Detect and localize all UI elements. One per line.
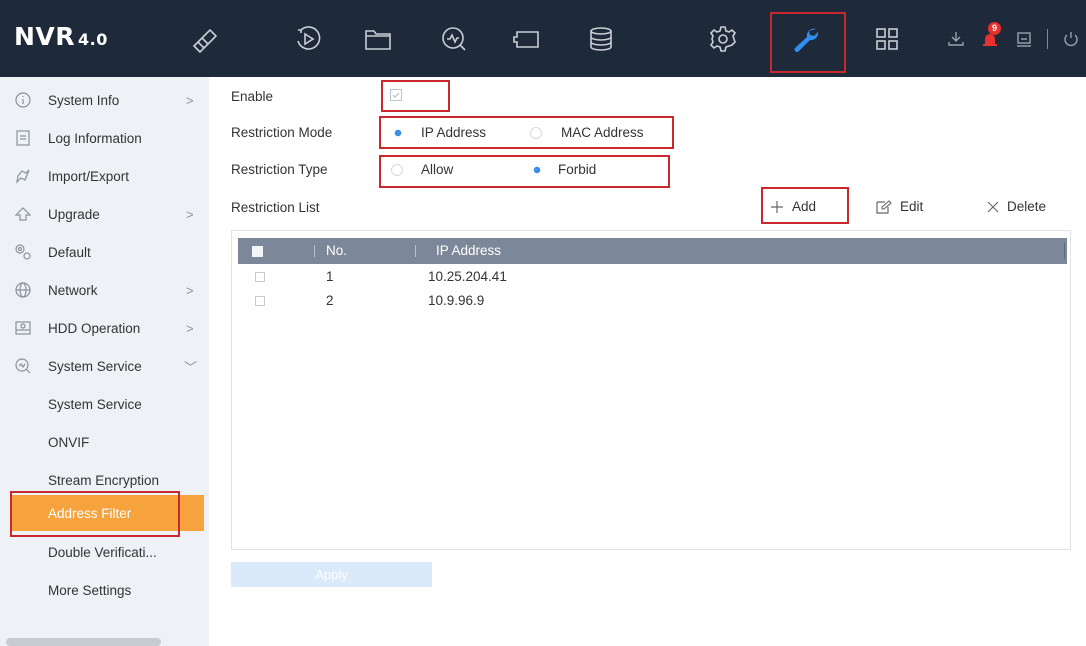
column-divider <box>314 245 315 257</box>
sidebar-item-system-service[interactable]: System Service ﹀ <box>0 347 209 385</box>
highlight-box-address-filter <box>10 491 180 537</box>
sidebar-item-label: System Service <box>48 358 142 374</box>
select-all-checkbox[interactable] <box>252 246 263 257</box>
sidebar-subitem-label: System Service <box>48 396 142 412</box>
table-row[interactable]: 2 10.9.96.9 <box>238 290 1067 312</box>
sidebar-item-import-export[interactable]: Import/Export <box>0 157 209 195</box>
sidebar-item-hdd-operation[interactable]: HDD Operation > <box>0 309 209 347</box>
sidebar-item-upgrade[interactable]: Upgrade > <box>0 195 209 233</box>
close-icon <box>987 201 999 212</box>
highlight-box-maintenance <box>770 12 846 73</box>
logo-version: 4.0 <box>78 30 108 49</box>
edit-button-label: Edit <box>900 199 924 214</box>
sidebar-item-label: Network <box>48 282 98 298</box>
network-icon <box>14 281 32 299</box>
restriction-table: No. IP Address 1 10.25.204.41 2 10.9.96.… <box>231 230 1071 550</box>
column-header-no[interactable]: No. <box>326 238 347 264</box>
lock-screen-icon[interactable] <box>1013 28 1035 50</box>
row-checkbox[interactable] <box>255 296 265 306</box>
status-icons: 9 <box>945 22 1086 52</box>
sidebar-subitem-system-service[interactable]: System Service <box>0 385 209 423</box>
chevron-right-icon: > <box>186 206 194 222</box>
row-checkbox[interactable] <box>255 272 265 282</box>
log-icon <box>14 129 32 147</box>
storage-icon[interactable] <box>584 22 618 56</box>
column-divider <box>1064 243 1065 259</box>
table-header: No. IP Address <box>238 238 1067 264</box>
sidebar-item-label: System Info <box>48 92 120 108</box>
system-service-icon <box>14 357 32 375</box>
separator <box>1047 29 1048 49</box>
upgrade-icon <box>14 205 32 223</box>
import-export-icon <box>14 167 32 185</box>
app-logo: NVR 4.0 <box>14 22 108 51</box>
sidebar: System Info > Log Information Import/Exp… <box>0 77 209 646</box>
smart-analysis-icon[interactable] <box>437 22 471 56</box>
restriction-mode-label: Restriction Mode <box>231 125 333 140</box>
row-number: 2 <box>326 293 334 308</box>
sidebar-item-label: Log Information <box>48 130 142 146</box>
row-ip-address: 10.25.204.41 <box>428 269 507 284</box>
camera-icon[interactable] <box>510 22 544 56</box>
highlight-box-add <box>761 187 849 224</box>
restriction-type-label: Restriction Type <box>231 162 328 177</box>
live-view-icon[interactable] <box>188 22 222 56</box>
edit-button[interactable]: Edit <box>876 199 923 214</box>
sidebar-item-label: HDD Operation <box>48 320 141 336</box>
highlight-box-restriction-mode <box>379 116 674 149</box>
highlight-box-restriction-type <box>379 155 670 188</box>
alarm-icon[interactable]: 9 <box>979 22 1002 50</box>
enable-label: Enable <box>231 89 274 104</box>
sidebar-item-label: Import/Export <box>48 168 130 184</box>
sidebar-subitem-more-settings[interactable]: More Settings <box>0 571 209 609</box>
sidebar-item-label: Upgrade <box>48 206 100 222</box>
sidebar-subitem-double-verification[interactable]: Double Verificati... <box>0 533 209 571</box>
system-settings-icon[interactable] <box>706 22 740 56</box>
edit-icon <box>876 199 892 214</box>
column-header-ip-address[interactable]: IP Address <box>436 238 501 264</box>
table-row[interactable]: 1 10.25.204.41 <box>238 266 1067 288</box>
sidebar-scrollbar[interactable] <box>6 638 161 646</box>
delete-button-label: Delete <box>1007 199 1047 214</box>
logo-text: NVR <box>14 22 76 51</box>
sidebar-subitem-onvif[interactable]: ONVIF <box>0 423 209 461</box>
file-management-icon[interactable] <box>361 22 395 56</box>
chevron-right-icon: > <box>186 320 194 336</box>
sidebar-item-default[interactable]: Default <box>0 233 209 271</box>
hdd-icon <box>14 319 32 337</box>
sidebar-item-network[interactable]: Network > <box>0 271 209 309</box>
apply-button[interactable]: Apply <box>231 562 432 587</box>
column-divider <box>415 245 416 257</box>
chevron-down-icon: ﹀ <box>184 359 198 375</box>
row-number: 1 <box>326 269 334 284</box>
sidebar-subitem-label: ONVIF <box>48 434 90 450</box>
download-icon[interactable] <box>945 28 967 50</box>
restriction-list-label: Restriction List <box>231 200 320 215</box>
info-icon <box>14 91 32 109</box>
playback-icon[interactable] <box>291 22 325 56</box>
chevron-right-icon: > <box>186 282 194 298</box>
sidebar-subitem-label: Stream Encryption <box>48 472 160 488</box>
power-icon[interactable] <box>1060 28 1082 50</box>
sidebar-subitem-label: Double Verificati... <box>48 544 157 560</box>
sidebar-item-label: Default <box>48 244 91 260</box>
alarm-count-badge: 9 <box>988 22 1002 35</box>
chevron-right-icon: > <box>186 92 194 108</box>
delete-button[interactable]: Delete <box>987 199 1046 214</box>
top-navigation-bar: NVR 4.0 9 <box>0 0 1086 77</box>
sidebar-item-log-information[interactable]: Log Information <box>0 119 209 157</box>
row-ip-address: 10.9.96.9 <box>428 293 485 308</box>
sidebar-subitem-label: More Settings <box>48 582 132 598</box>
grid-icon[interactable] <box>870 22 904 56</box>
default-icon <box>14 243 32 261</box>
highlight-box-enable <box>381 80 450 112</box>
sidebar-item-system-info[interactable]: System Info > <box>0 81 209 119</box>
